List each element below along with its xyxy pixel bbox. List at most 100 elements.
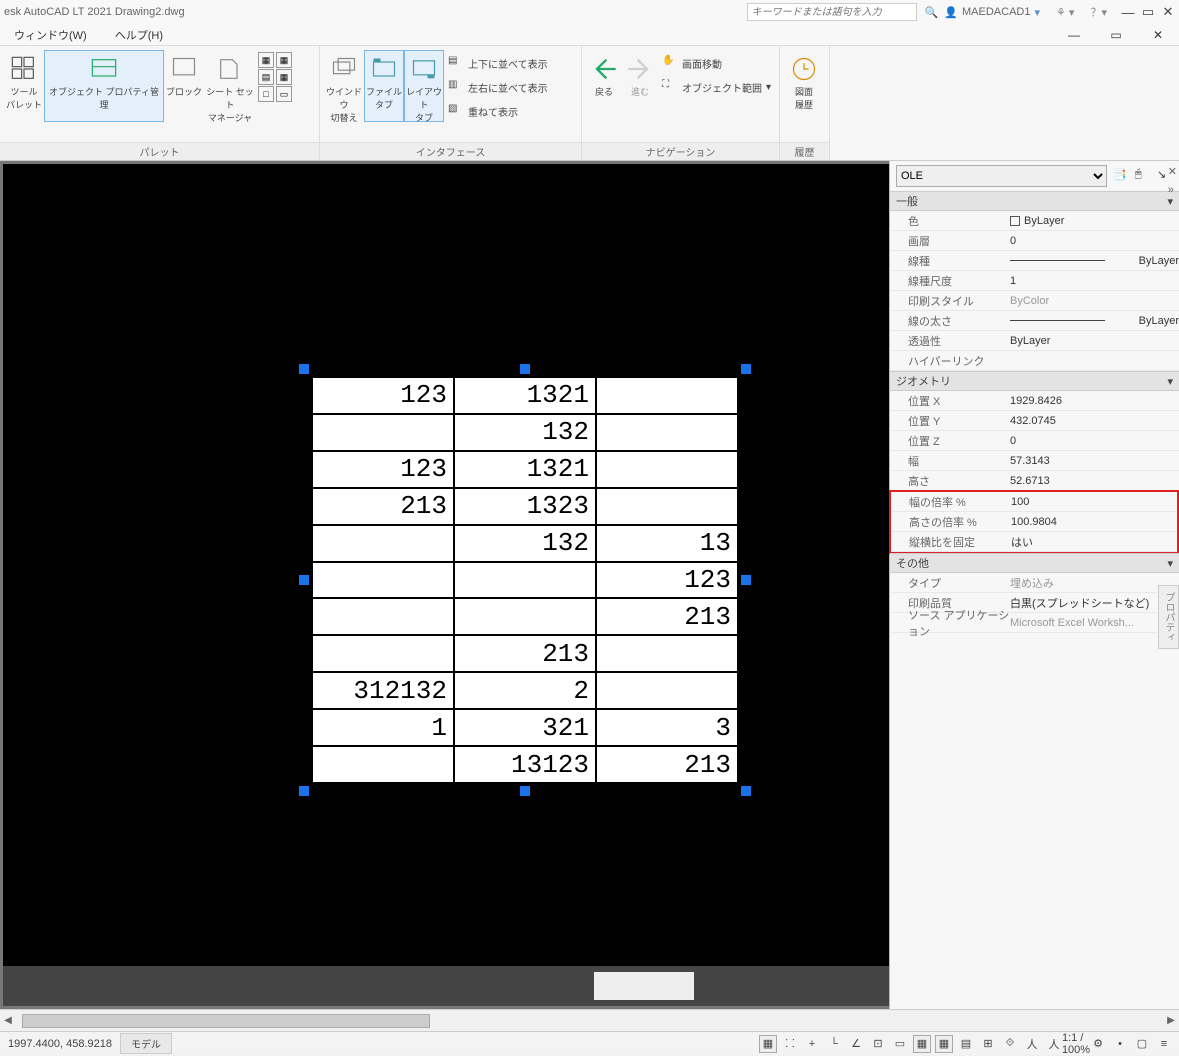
resize-handle-tl[interactable] <box>299 364 309 374</box>
drawing-canvas[interactable]: 1231321132123132121313231321312321321331… <box>0 161 889 1009</box>
cascade-button[interactable]: ▧重ねて表示 <box>444 100 552 122</box>
panel-pin-icon[interactable]: » <box>1168 184 1177 196</box>
chevron-down-icon: ▾ <box>1167 195 1173 208</box>
section-geometry[interactable]: ジオメトリ▾ <box>890 371 1179 391</box>
lwt-icon[interactable]: ▦ <box>935 1035 953 1053</box>
prop-transparency[interactable]: 透過性ByLayer <box>890 331 1179 351</box>
command-line[interactable] <box>3 966 889 1006</box>
child-restore[interactable]: ▭ <box>1109 28 1123 42</box>
resize-handle-bm[interactable] <box>520 786 530 796</box>
resize-handle-bl[interactable] <box>299 786 309 796</box>
menu-window[interactable]: ウィンドウ(W) <box>14 27 87 43</box>
resize-handle-tr[interactable] <box>741 364 751 374</box>
maximize-button[interactable]: ▭ <box>1141 4 1155 20</box>
prop-lineweight[interactable]: 線の太さByLayer <box>890 311 1179 331</box>
dyn-icon[interactable]: ▦ <box>913 1035 931 1053</box>
osnap-icon[interactable]: ⊡ <box>869 1035 887 1053</box>
panel-close-icon[interactable]: ✕ <box>1168 165 1177 178</box>
section-general[interactable]: 一般▾ <box>890 191 1179 211</box>
otrack-icon[interactable]: ▭ <box>891 1035 909 1053</box>
tile-v-icon: ▤ <box>448 55 464 71</box>
help-icon[interactable]: ？▾ <box>1090 4 1107 20</box>
trans-icon[interactable]: ▤ <box>957 1035 975 1053</box>
snap-icon[interactable]: ⸬ <box>781 1035 799 1053</box>
palette-small-6[interactable]: ▭ <box>276 86 292 102</box>
hand-icon: ✋ <box>662 55 678 71</box>
menu-bar: ウィンドウ(W) ヘルプ(H) — ▭ ✕ <box>0 24 1179 46</box>
zoom-level[interactable]: 1:1 / 100% <box>1067 1035 1085 1053</box>
prop-width[interactable]: 幅57.3143 <box>890 451 1179 471</box>
menu-help[interactable]: ヘルプ(H) <box>115 27 163 43</box>
scrollbar-thumb[interactable] <box>22 1014 430 1028</box>
prop-hyperlink[interactable]: ハイパーリンク <box>890 351 1179 371</box>
prop-posx[interactable]: 位置 X1929.8426 <box>890 391 1179 411</box>
pan-button[interactable]: ✋画面移動 <box>658 52 775 74</box>
properties-button[interactable]: オブジェクト プロパティ管理 <box>44 50 164 122</box>
section-other[interactable]: その他▾ <box>890 553 1179 573</box>
selection-type-select[interactable]: OLE <box>896 165 1107 187</box>
palette-small-3[interactable]: □ <box>258 86 274 102</box>
history-button[interactable]: 図面 履歴 <box>784 50 824 122</box>
back-button[interactable]: 戻る <box>586 50 622 122</box>
tool-palette-button[interactable]: ツール パレット <box>4 50 44 122</box>
am-icon[interactable]: ⟐ <box>1001 1035 1019 1053</box>
prop-height[interactable]: 高さ52.6713 <box>890 471 1179 491</box>
resize-handle-ml[interactable] <box>299 575 309 585</box>
zoom-extent-button[interactable]: ⛶オブジェクト範囲 ▾ <box>658 76 775 98</box>
tile-horizontal-button[interactable]: ▥左右に並べて表示 <box>444 76 552 98</box>
add-icon[interactable]: + <box>803 1035 821 1053</box>
prop-width-scale[interactable]: 幅の倍率 %100 <box>891 492 1177 512</box>
panel-label-palette: パレット <box>0 142 319 160</box>
prop-posy[interactable]: 位置 Y432.0745 <box>890 411 1179 431</box>
palette-extra2: ▦ ▦ ▭ <box>274 50 292 102</box>
grid-mode-icon[interactable]: ▦ <box>759 1035 777 1053</box>
share-icon[interactable]: ⚘ ▾ <box>1056 6 1074 19</box>
resize-handle-br[interactable] <box>741 786 751 796</box>
prop-height-scale[interactable]: 高さの倍率 %100.9804 <box>891 512 1177 532</box>
minimize-button[interactable]: — <box>1121 5 1135 20</box>
properties-panel: ✕ » OLE 📑 🖱 ↘ 一般▾ 色ByLayer 画層0 線種ByLayer… <box>889 161 1179 1009</box>
polar-icon[interactable]: ∠ <box>847 1035 865 1053</box>
file-tab-button[interactable]: ファイル タブ <box>364 50 404 122</box>
close-button[interactable]: ✕ <box>1161 4 1175 20</box>
cycling-icon[interactable]: ⊞ <box>979 1035 997 1053</box>
bullet-icon[interactable]: • <box>1111 1035 1129 1053</box>
prop-color[interactable]: 色ByLayer <box>890 211 1179 231</box>
palette-small-5[interactable]: ▦ <box>276 69 292 85</box>
tile-vertical-button[interactable]: ▤上下に並べて表示 <box>444 52 552 74</box>
block-button[interactable]: ブロック <box>164 50 204 122</box>
user-account[interactable]: 👤 MAEDACAD1 ▾ <box>944 6 1040 19</box>
layout-tab-button[interactable]: レイアウト タブ <box>404 50 444 122</box>
prop-posz[interactable]: 位置 Z0 <box>890 431 1179 451</box>
forward-button[interactable]: 進む <box>622 50 658 122</box>
quick-select-icon[interactable]: 📑 <box>1113 168 1129 184</box>
child-close[interactable]: ✕ <box>1151 28 1165 42</box>
search-icon[interactable]: 🔍 <box>925 6 939 19</box>
ole-selection[interactable]: 1231321132123132121313231321312321321331… <box>305 370 745 790</box>
model-tab[interactable]: モデル <box>120 1033 172 1054</box>
chevron-down-icon: ▾ <box>1167 557 1173 570</box>
palette-small-1[interactable]: ▦ <box>258 52 274 68</box>
prop-lock-aspect[interactable]: 縦横比を固定はい <box>891 532 1177 552</box>
properties-tab-label[interactable]: プロパティ <box>1158 585 1179 649</box>
window-switch-button[interactable]: ウインドウ 切替え <box>324 50 364 122</box>
prop-layer[interactable]: 画層0 <box>890 231 1179 251</box>
palette-small-2[interactable]: ▤ <box>258 69 274 85</box>
resize-handle-tm[interactable] <box>520 364 530 374</box>
customize-icon[interactable]: ≡ <box>1155 1035 1173 1053</box>
pick-icon[interactable]: 🖱 <box>1135 168 1151 184</box>
prop-linetype[interactable]: 線種ByLayer <box>890 251 1179 271</box>
palette-small-4[interactable]: ▦ <box>276 52 292 68</box>
child-minimize[interactable]: — <box>1067 28 1081 42</box>
search-input[interactable] <box>747 3 917 21</box>
person2-icon[interactable]: 人 <box>1045 1035 1063 1053</box>
gear-icon[interactable]: ⚙ <box>1089 1035 1107 1053</box>
horizontal-scrollbar[interactable]: ◀ ▶ <box>0 1009 1179 1031</box>
sheetset-button[interactable]: シート セット マネージャ <box>204 50 256 122</box>
person-icon[interactable]: 人 <box>1023 1035 1041 1053</box>
prop-ltscale[interactable]: 線種尺度1 <box>890 271 1179 291</box>
resize-handle-mr[interactable] <box>741 575 751 585</box>
maximize-view-icon[interactable]: ▢ <box>1133 1035 1151 1053</box>
ortho-icon[interactable]: └ <box>825 1035 843 1053</box>
app-title: esk AutoCAD LT 2021 Drawing2.dwg <box>4 6 185 18</box>
